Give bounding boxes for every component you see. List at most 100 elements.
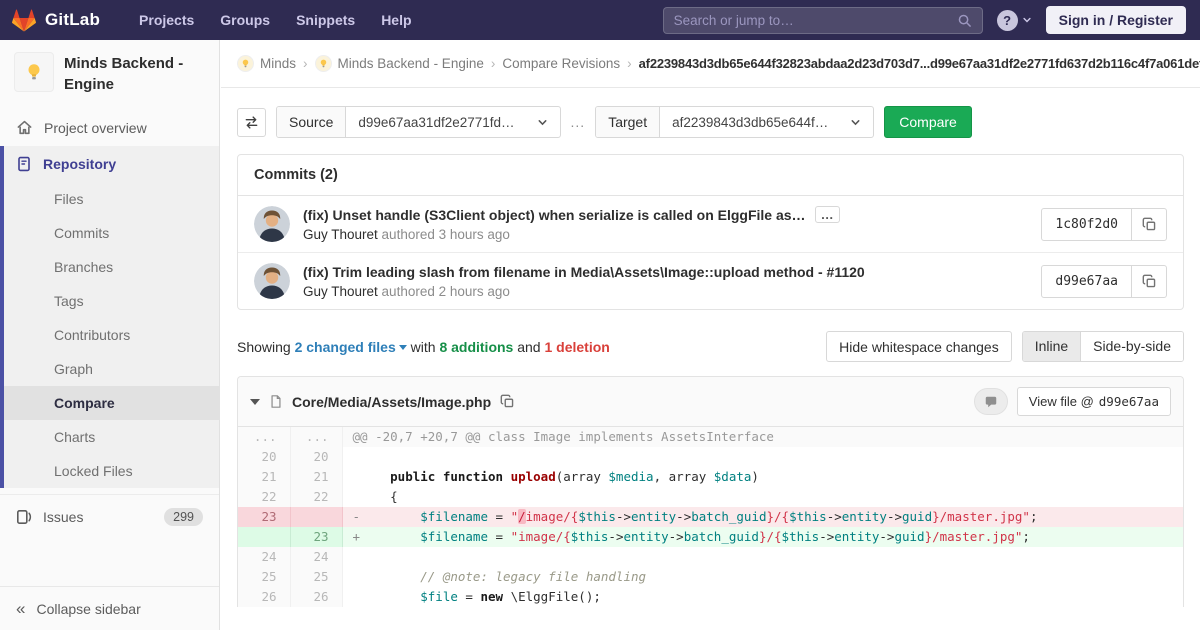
old-line-number[interactable]: 21	[238, 467, 291, 487]
collapse-sidebar-button[interactable]: « Collapse sidebar	[0, 586, 219, 630]
sidebar-item-issues[interactable]: Issues 299	[0, 494, 219, 539]
sidebar-subitem-contributors[interactable]: Contributors	[4, 318, 219, 352]
new-line-number[interactable]: 20	[290, 447, 343, 467]
sidebar-subitem-tags[interactable]: Tags	[4, 284, 219, 318]
sidebar-subitem-locked-files[interactable]: Locked Files	[4, 454, 219, 488]
diff-sign: -	[352, 509, 361, 524]
changed-files-dropdown[interactable]: 2 changed files	[295, 339, 407, 355]
sign-in-register-button[interactable]: Sign in / Register	[1045, 6, 1186, 34]
swap-arrows-icon	[245, 115, 258, 129]
breadcrumb-item[interactable]: Minds	[237, 55, 296, 72]
commit-meta: Guy Thouret authored 2 hours ago	[303, 283, 510, 299]
file-diff-header: Core/Media/Assets/Image.php View file @ …	[238, 377, 1183, 427]
sidebar-subitem-branches[interactable]: Branches	[4, 250, 219, 284]
project-avatar	[14, 52, 54, 92]
code-token: $this	[578, 509, 616, 524]
search-input[interactable]	[673, 12, 957, 28]
code-token: {	[360, 489, 398, 504]
breadcrumb: Minds › Minds Backend - Engine › Compare Re…	[221, 40, 1200, 88]
commit-row: (fix) Trim leading slash from filename i…	[238, 252, 1183, 309]
commit-sha-group: d99e67aa	[1041, 264, 1167, 298]
hide-whitespace-button[interactable]: Hide whitespace changes	[826, 331, 1012, 362]
side-by-side-view-tab[interactable]: Side-by-side	[1080, 332, 1183, 361]
collapse-sidebar-label: Collapse sidebar	[36, 600, 141, 617]
copy-sha-button[interactable]	[1131, 265, 1166, 297]
compare-revisions-form: Source d99e67aa31df2e2771fd… ... Target …	[237, 106, 1184, 138]
target-revision-dropdown[interactable]: af2239843d3db65e644f…	[660, 107, 873, 137]
copy-icon	[500, 394, 514, 408]
gitlab-logo[interactable]: GitLab	[12, 8, 100, 32]
summary-with-text: with	[410, 338, 436, 355]
commit-sha[interactable]: 1c80f2d0	[1042, 209, 1131, 240]
breadcrumb-item[interactable]: Minds Backend - Engine	[314, 55, 484, 72]
top-nav-item-help[interactable]: Help	[368, 0, 424, 40]
copy-icon	[1142, 217, 1155, 230]
commit-title-link[interactable]: (fix) Trim leading slash from filename i…	[303, 264, 865, 280]
commit-title-link[interactable]: (fix) Unset handle (S3Client object) whe…	[303, 207, 806, 223]
code-token: $data	[713, 469, 752, 484]
lightbulb-avatar-icon	[242, 59, 249, 68]
new-line-number[interactable]: 21	[290, 467, 343, 487]
sidebar-subitem-files[interactable]: Files	[4, 182, 219, 216]
code-token: public function	[390, 469, 511, 484]
breadcrumb-label: Minds Backend - Engine	[337, 56, 484, 71]
global-search-box[interactable]	[662, 6, 983, 34]
breadcrumb-item[interactable]: Compare Revisions	[502, 56, 620, 71]
target-revision-value: af2239843d3db65e644f…	[672, 114, 829, 130]
code-token: guid	[902, 509, 933, 524]
inline-view-tab[interactable]: Inline	[1022, 332, 1081, 361]
old-line-number[interactable]: 20	[238, 447, 291, 467]
commit-author-link[interactable]: Guy Thouret	[303, 284, 378, 299]
new-line-number[interactable]: 23	[290, 527, 343, 547]
new-line-number[interactable]: ...	[290, 427, 343, 447]
copy-sha-button[interactable]	[1131, 208, 1166, 240]
diff-sign	[353, 589, 361, 604]
old-line-number[interactable]: 24	[238, 547, 291, 567]
top-nav-item-groups[interactable]: Groups	[207, 0, 283, 40]
code-token: $this	[570, 529, 609, 544]
diff-summary-bar: Showing 2 changed files with 8 additions…	[237, 331, 1184, 362]
project-title: Minds Backend - Engine	[64, 55, 184, 93]
changed-file-path[interactable]: Core/Media/Assets/Image.php	[292, 394, 491, 410]
project-header[interactable]: Minds Backend - Engine	[0, 40, 219, 109]
sidebar-subitem-compare[interactable]: Compare	[4, 386, 219, 420]
collapse-diff-caret[interactable]	[250, 398, 260, 405]
new-line-number[interactable]: 22	[290, 487, 343, 507]
sidebar-subitem-graph[interactable]: Graph	[4, 352, 219, 386]
sidebar-item-project-overview[interactable]: Project overview	[0, 109, 219, 146]
help-menu[interactable]: ?	[996, 9, 1032, 31]
new-line-number[interactable]: 26	[290, 587, 343, 607]
old-line-number[interactable]: 22	[238, 487, 291, 507]
code-token: }/{	[766, 509, 790, 524]
compare-button[interactable]: Compare	[884, 106, 972, 138]
code-line: // @note: legacy file handling	[342, 567, 1183, 587]
commit-sha[interactable]: d99e67aa	[1042, 266, 1131, 297]
old-line-number[interactable]: 23	[238, 507, 291, 527]
sidebar-item-repository[interactable]: Repository	[4, 146, 219, 182]
old-line-number[interactable]: ...	[238, 427, 291, 447]
old-line-number[interactable]: 25	[238, 567, 291, 587]
commits-panel: Commits (2) (fix) Unset handle (S3Client…	[237, 154, 1184, 310]
commit-description-toggle-button[interactable]: …	[814, 206, 840, 223]
swap-revisions-button[interactable]	[237, 107, 266, 137]
file-comment-button[interactable]	[973, 388, 1008, 415]
diff-row: 21 21 public function upload(array $media…	[238, 467, 1183, 487]
top-navigation-bar: GitLab ProjectsGroupsSnippetsHelp ? Sign…	[0, 0, 1200, 40]
commit-author-avatar[interactable]	[254, 263, 290, 299]
copy-file-path-button[interactable]	[500, 394, 515, 409]
top-nav-item-projects[interactable]: Projects	[126, 0, 207, 40]
new-line-number[interactable]: 24	[290, 547, 343, 567]
view-file-button[interactable]: View file @ d99e67aa	[1016, 387, 1171, 416]
old-line-number[interactable]: 26	[238, 587, 291, 607]
commit-author-avatar[interactable]	[254, 206, 290, 242]
top-nav-item-snippets[interactable]: Snippets	[283, 0, 368, 40]
summary-and-text: and	[517, 338, 541, 355]
commit-author-link[interactable]: Guy Thouret	[303, 227, 378, 242]
new-line-number[interactable]: 25	[290, 567, 343, 587]
old-line-number[interactable]	[238, 527, 291, 547]
sidebar-subitem-commits[interactable]: Commits	[4, 216, 219, 250]
new-line-number[interactable]	[290, 507, 343, 527]
source-revision-dropdown[interactable]: d99e67aa31df2e2771fd…	[346, 107, 559, 137]
sidebar-subitem-charts[interactable]: Charts	[4, 420, 219, 454]
